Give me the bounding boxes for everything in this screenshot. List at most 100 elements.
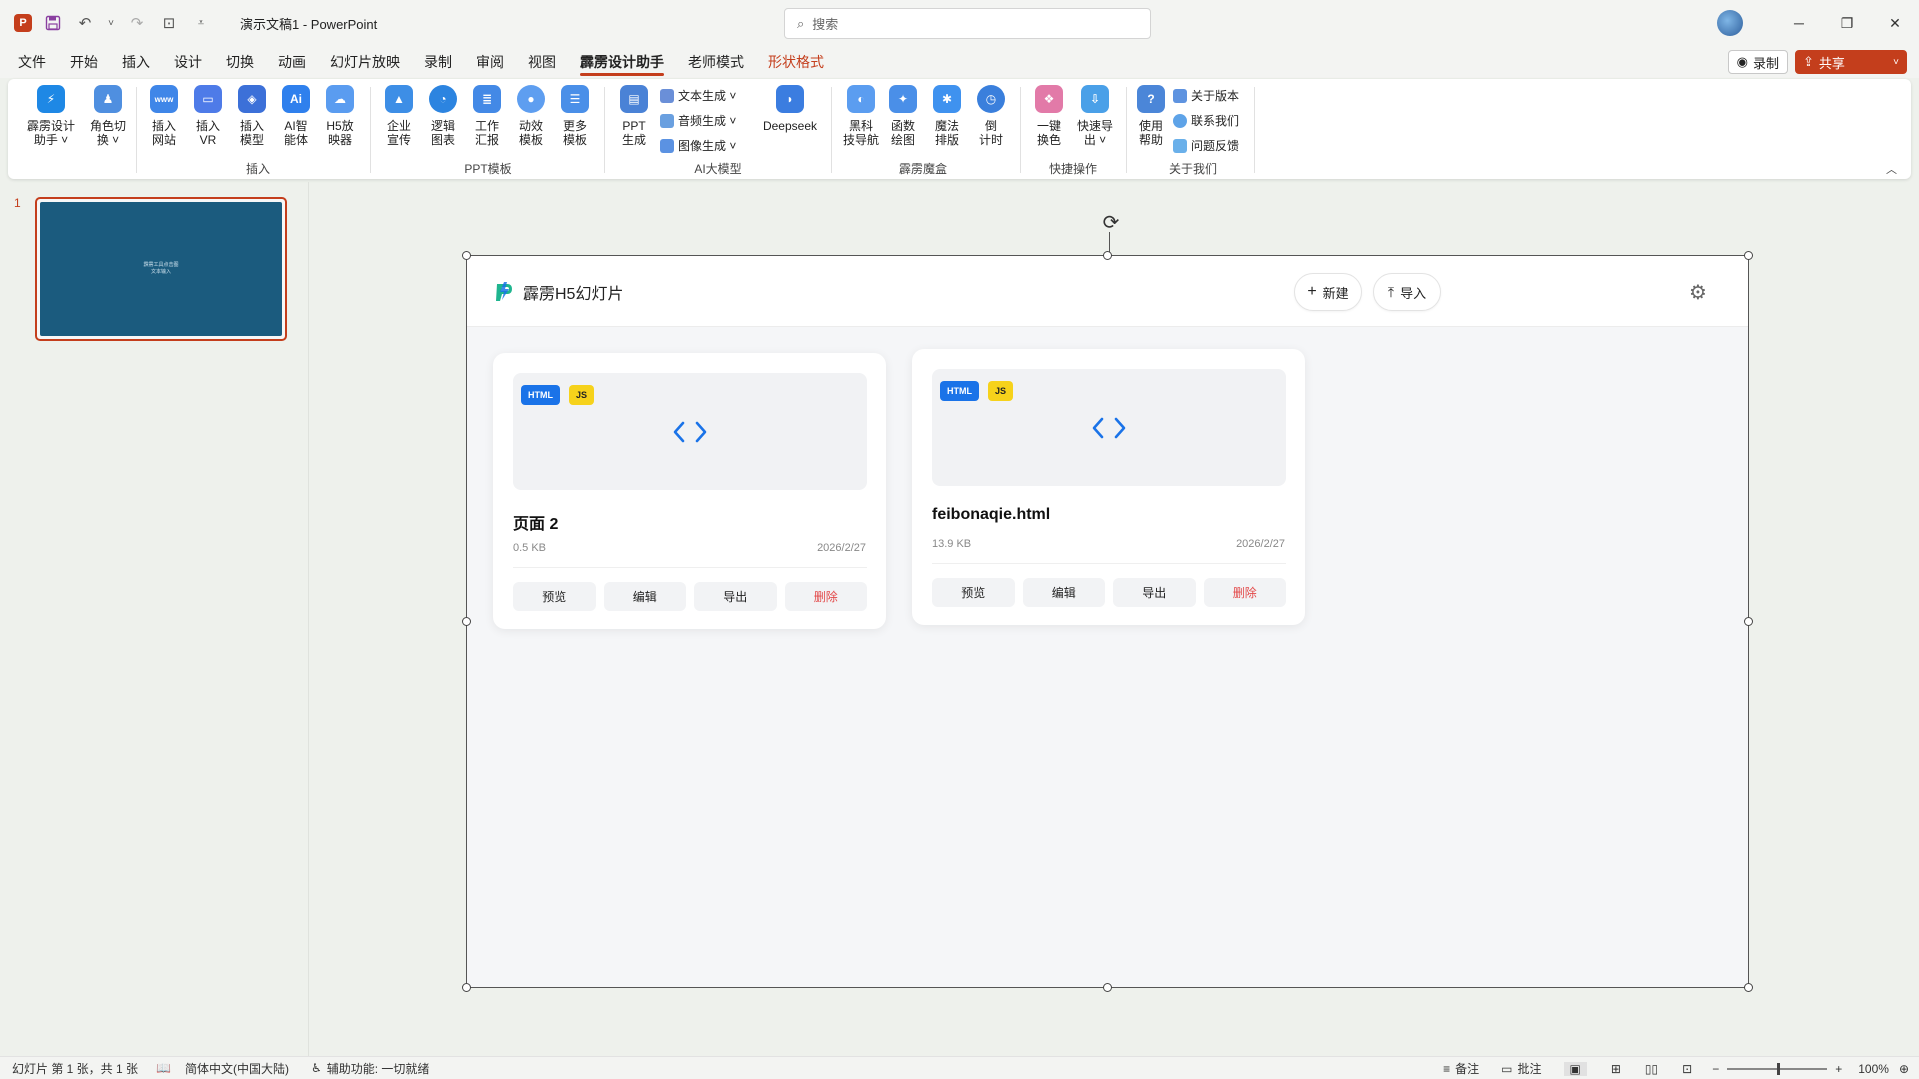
zoom-level[interactable]: 100% bbox=[1858, 1062, 1889, 1076]
tab-slideshow[interactable]: 幻灯片放映 bbox=[318, 46, 412, 78]
resize-handle[interactable] bbox=[462, 983, 471, 992]
share-label: 共享 bbox=[1818, 55, 1845, 71]
slideshow-view-icon[interactable]: ⊡ bbox=[1682, 1062, 1692, 1076]
tab-design-assistant[interactable]: 霹雳设计助手 bbox=[568, 46, 676, 78]
chart-icon: ◔ bbox=[429, 85, 457, 113]
close-icon[interactable]: ✕ bbox=[1871, 0, 1919, 46]
present-icon[interactable]: ⊡ bbox=[158, 12, 180, 34]
menu-bar: 文件 开始 插入 设计 切换 动画 幻灯片放映 录制 审阅 视图 霹雳设计助手 … bbox=[0, 46, 1919, 78]
insert-model-button[interactable]: ◈ 插入 模型 bbox=[230, 85, 274, 147]
spellcheck-icon[interactable]: 📖 bbox=[156, 1061, 171, 1075]
tab-transitions[interactable]: 切换 bbox=[214, 46, 266, 78]
motion-template-button[interactable]: ● 动效 模板 bbox=[509, 85, 553, 147]
quick-export-button[interactable]: ⇩ 快速导 出 ˅ bbox=[1071, 85, 1119, 147]
tab-home[interactable]: 开始 bbox=[58, 46, 110, 78]
slide-thumbnail[interactable]: 霹雳工具点击图 文本输入 bbox=[35, 197, 287, 341]
about-version-button[interactable]: 关于版本 bbox=[1173, 87, 1239, 104]
resize-handle[interactable] bbox=[1103, 983, 1112, 992]
selection-frame bbox=[466, 255, 1749, 988]
language-status[interactable]: 简体中文(中国大陆) bbox=[185, 1060, 289, 1077]
more-templates-button[interactable]: ☰ 更多 模板 bbox=[553, 85, 597, 147]
share-button[interactable]: ⇪ 共享 ˅ bbox=[1795, 50, 1907, 74]
role-switch-button[interactable]: ♟ 角色切 换 ˅ bbox=[86, 85, 130, 147]
enterprise-promo-button[interactable]: ▲ 企业 宣传 bbox=[377, 85, 421, 147]
minimize-icon[interactable]: ─ bbox=[1775, 0, 1823, 46]
notes-button[interactable]: ≡ 备注 bbox=[1443, 1060, 1479, 1077]
save-icon[interactable] bbox=[42, 12, 64, 34]
resize-handle[interactable] bbox=[462, 251, 471, 260]
recolor-button[interactable]: ❖ 一键 换色 bbox=[1027, 85, 1071, 147]
cloud-icon: ☁ bbox=[326, 85, 354, 113]
redo-icon[interactable]: ↷ bbox=[126, 12, 148, 34]
resize-handle[interactable] bbox=[1103, 251, 1112, 260]
deepseek-button[interactable]: ◗ Deepseek bbox=[756, 85, 824, 133]
reading-view-icon[interactable]: ▯▯ bbox=[1645, 1062, 1658, 1076]
sparkle-icon: ✱ bbox=[933, 85, 961, 113]
resize-handle[interactable] bbox=[1744, 251, 1753, 260]
magic-layout-button[interactable]: ✱ 魔法 排版 bbox=[925, 85, 969, 147]
rotate-handle-icon[interactable]: ⟳ bbox=[1099, 210, 1123, 234]
share-dropdown-icon: ˅ bbox=[1893, 56, 1899, 68]
search-icon: ⌕ bbox=[797, 15, 805, 31]
insert-vr-button[interactable]: ▭ 插入 VR bbox=[186, 85, 230, 147]
clock-icon: ◷ bbox=[977, 85, 1005, 113]
normal-view-icon[interactable]: ▣ bbox=[1563, 1061, 1587, 1076]
tab-animations[interactable]: 动画 bbox=[266, 46, 318, 78]
tech-nav-button[interactable]: ◐ 黑科 技导航 bbox=[837, 85, 885, 147]
h5-player-button[interactable]: ☁ H5放 映器 bbox=[318, 85, 362, 147]
document-title: 演示文稿1 - PowerPoint bbox=[240, 16, 378, 32]
www-icon: www bbox=[150, 85, 178, 113]
zoom-in-icon[interactable]: + bbox=[1835, 1062, 1842, 1076]
feedback-button[interactable]: 问题反馈 bbox=[1173, 137, 1239, 154]
search-input[interactable]: ⌕ 搜索 bbox=[784, 8, 1151, 39]
collapse-ribbon-icon[interactable]: ︿ bbox=[1886, 161, 1897, 177]
undo-dropdown-icon[interactable]: ˅ bbox=[106, 12, 116, 34]
image-generate-button[interactable]: 图像生成 ˅ bbox=[660, 137, 736, 154]
thumbnail-line: 霹雳工具点击图 bbox=[143, 262, 179, 268]
tab-shape-format[interactable]: 形状格式 bbox=[756, 46, 836, 78]
group-label-insert: 插入 bbox=[245, 162, 270, 176]
tab-record[interactable]: 录制 bbox=[412, 46, 464, 78]
comments-button[interactable]: ▭ 批注 bbox=[1501, 1060, 1541, 1077]
contact-us-button[interactable]: 联系我们 bbox=[1173, 112, 1239, 129]
customize-toolbar-icon[interactable]: ⩡ bbox=[190, 12, 212, 34]
tab-teacher-mode[interactable]: 老师模式 bbox=[676, 46, 756, 78]
record-button[interactable]: ◉ 录制 bbox=[1727, 50, 1788, 74]
whale-icon: ◗ bbox=[776, 85, 804, 113]
notes-icon: ≡ bbox=[1443, 1061, 1451, 1076]
slide-sorter-icon[interactable]: ⊞ bbox=[1611, 1062, 1621, 1076]
insert-website-button[interactable]: www 插入 网站 bbox=[142, 85, 186, 147]
tab-insert[interactable]: 插入 bbox=[110, 46, 162, 78]
resize-handle[interactable] bbox=[1744, 617, 1753, 626]
ppt-generate-button[interactable]: ▤ PPT 生成 bbox=[612, 85, 656, 147]
fit-slide-icon[interactable]: ⊕ bbox=[1899, 1062, 1909, 1076]
restore-icon[interactable]: ❐ bbox=[1823, 0, 1871, 46]
ai-icon: Ai bbox=[282, 85, 310, 113]
accessibility-icon: ♿ bbox=[310, 1061, 322, 1075]
help-button[interactable]: ? 使用 帮助 bbox=[1129, 85, 1173, 147]
group-label-ai: AI大模型 bbox=[694, 162, 742, 176]
zoom-out-icon[interactable]: − bbox=[1712, 1062, 1719, 1076]
accessibility-status[interactable]: ♿ 辅助功能: 一切就绪 bbox=[311, 1060, 429, 1077]
work-report-button[interactable]: ≣ 工作 汇报 bbox=[465, 85, 509, 147]
zoom-slider-thumb[interactable] bbox=[1777, 1062, 1781, 1075]
zoom-slider[interactable] bbox=[1727, 1062, 1828, 1075]
countdown-button[interactable]: ◷ 倒 计时 bbox=[969, 85, 1013, 147]
tab-view[interactable]: 视图 bbox=[516, 46, 568, 78]
search-placeholder: 搜索 bbox=[812, 17, 839, 32]
logic-chart-button[interactable]: ◔ 逻辑 图表 bbox=[421, 85, 465, 147]
resize-handle[interactable] bbox=[1744, 983, 1753, 992]
tab-file[interactable]: 文件 bbox=[6, 46, 58, 78]
undo-icon[interactable]: ↶ bbox=[74, 12, 96, 34]
audio-generate-button[interactable]: 音频生成 ˅ bbox=[660, 112, 736, 129]
function-plot-button[interactable]: ✦ 函数 绘图 bbox=[881, 85, 925, 147]
text-gen-icon bbox=[660, 88, 674, 103]
tab-review[interactable]: 审阅 bbox=[464, 46, 516, 78]
tab-design[interactable]: 设计 bbox=[162, 46, 214, 78]
text-generate-button[interactable]: 文本生成 ˅ bbox=[660, 87, 736, 104]
avatar[interactable] bbox=[1717, 10, 1743, 36]
ai-agent-button[interactable]: Ai AI智 能体 bbox=[274, 85, 318, 147]
design-assistant-button[interactable]: ⚡ 霹雳设计 助手 ˅ bbox=[22, 85, 80, 147]
resize-handle[interactable] bbox=[462, 617, 471, 626]
nav-icon: ◐ bbox=[847, 85, 875, 113]
